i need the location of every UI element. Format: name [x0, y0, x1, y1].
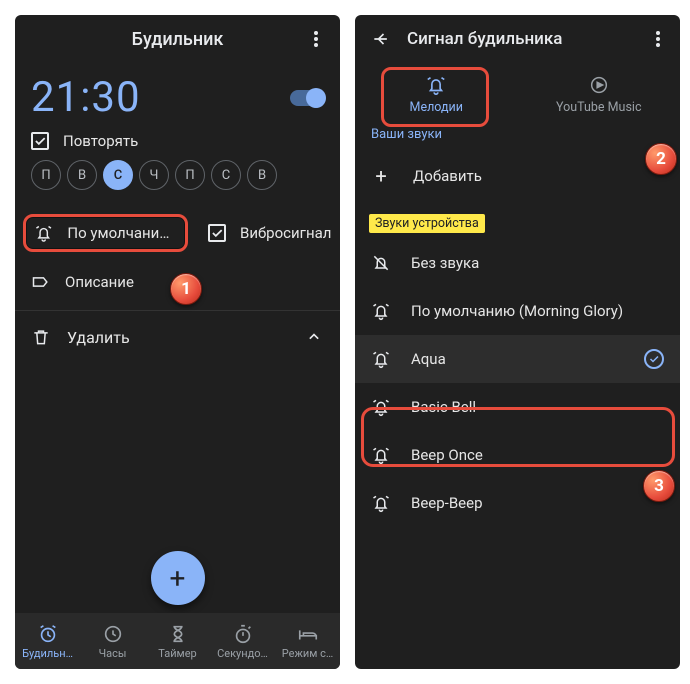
alarm-card: 21:30 Повторять П В С Ч П С В	[15, 63, 340, 351]
your-sounds-link[interactable]: Ваши звуки	[355, 125, 680, 150]
delete-button[interactable]: Удалить	[31, 327, 130, 347]
alarm-panel: Будильник 21:30 Повторять П В С Ч	[15, 15, 340, 669]
add-alarm-fab[interactable]: +	[151, 551, 205, 605]
nav-alarm[interactable]: Будильн…	[15, 613, 80, 669]
bell-ring-icon	[371, 493, 391, 513]
label-icon	[31, 272, 51, 292]
sound-picker-panel: Сигнал будильника Мелодии YouTube Music …	[355, 15, 680, 669]
add-sound-button[interactable]: + Добавить	[355, 150, 680, 202]
callout-badge-1: 1	[170, 273, 202, 305]
sound-item-selected[interactable]: Aqua	[355, 335, 680, 383]
description-label: Описание	[65, 273, 134, 291]
repeat-label: Повторять	[63, 132, 138, 150]
callout-badge-2: 2	[645, 143, 677, 175]
divider	[15, 310, 340, 311]
vibrate-row[interactable]: Вибросигнал	[208, 224, 331, 242]
bell-ring-icon	[371, 397, 391, 417]
arrow-back-icon	[371, 29, 391, 49]
tab-melodies[interactable]: Мелодии	[355, 63, 518, 125]
nav-label: Режим с…	[282, 647, 333, 660]
day-chip-selected[interactable]: С	[103, 160, 133, 190]
chevron-up-icon[interactable]	[304, 327, 324, 347]
nav-label: Будильн…	[22, 647, 73, 660]
checkbox-checked-icon	[31, 132, 49, 150]
nav-label: Таймер	[158, 647, 196, 660]
plus-icon: +	[371, 164, 391, 188]
alarm-icon	[37, 623, 59, 645]
nav-bedtime[interactable]: Режим с…	[275, 613, 340, 669]
options-row: По умолчанию ( Вибросигнал	[31, 204, 324, 262]
device-sounds-header: Звуки устройства	[369, 214, 485, 233]
nav-stopwatch[interactable]: Секундо…	[210, 613, 275, 669]
source-tabs: Мелодии YouTube Music	[355, 63, 680, 125]
delete-label: Удалить	[67, 328, 130, 347]
alarm-time[interactable]: 21:30	[31, 73, 141, 122]
tab-label: YouTube Music	[556, 100, 642, 115]
vibrate-label: Вибросигнал	[240, 224, 331, 242]
sound-item-default[interactable]: По умолчанию (Morning Glory)	[355, 287, 680, 335]
day-chip[interactable]: В	[67, 160, 97, 190]
tab-label: Мелодии	[410, 100, 463, 115]
nav-clock[interactable]: Часы	[80, 613, 145, 669]
bell-ring-icon	[371, 301, 391, 321]
callout-badge-3: 3	[643, 470, 675, 502]
sound-item[interactable]: Basic Bell	[355, 383, 680, 431]
sound-name: По умолчанию (Morning Glory)	[411, 302, 664, 320]
bell-ring-icon	[425, 74, 447, 96]
plus-icon: +	[170, 562, 186, 595]
repeat-row[interactable]: Повторять	[31, 132, 324, 150]
day-chip[interactable]: П	[31, 160, 61, 190]
sound-name: Aqua	[411, 350, 624, 368]
bell-ring-icon	[371, 445, 391, 465]
more-vert-icon	[314, 31, 318, 47]
nav-timer[interactable]: Таймер	[145, 613, 210, 669]
back-button[interactable]	[363, 21, 399, 57]
clock-icon	[102, 623, 124, 645]
sound-item[interactable]: Beep-Beep	[355, 479, 680, 527]
sound-list: Без звука По умолчанию (Morning Glory) A…	[355, 239, 680, 527]
bell-off-icon	[371, 253, 391, 273]
stage: Будильник 21:30 Повторять П В С Ч	[0, 0, 690, 684]
sound-name: Basic Bell	[411, 398, 664, 416]
hourglass-icon	[167, 623, 189, 645]
checkbox-checked-icon	[208, 224, 226, 242]
bell-ring-icon	[371, 349, 391, 369]
sound-name: Без звука	[411, 254, 664, 272]
day-chip[interactable]: П	[175, 160, 205, 190]
alarm-sound-button[interactable]: По умолчанию (	[23, 214, 188, 252]
tab-youtube-music[interactable]: YouTube Music	[518, 63, 681, 125]
sound-item[interactable]: Beep Once	[355, 431, 680, 479]
sound-name: Beep Once	[411, 446, 664, 464]
day-chip[interactable]: С	[211, 160, 241, 190]
sound-item-silent[interactable]: Без звука	[355, 239, 680, 287]
day-chip[interactable]: В	[247, 160, 277, 190]
alarm-sound-label: По умолчанию (	[67, 224, 177, 242]
trash-icon	[31, 327, 51, 347]
nav-label: Секундо…	[217, 647, 268, 660]
nav-label: Часы	[99, 647, 127, 660]
bell-ring-icon	[34, 223, 53, 243]
header: Будильник	[15, 15, 340, 63]
header: Сигнал будильника	[355, 15, 680, 63]
page-title: Сигнал будильника	[407, 29, 562, 49]
bottom-nav: Будильн… Часы Таймер Секундо…	[15, 613, 340, 669]
bed-icon	[297, 623, 319, 645]
page-title: Будильник	[132, 29, 224, 50]
day-chip[interactable]: Ч	[139, 160, 169, 190]
stopwatch-icon	[232, 623, 254, 645]
youtube-music-icon	[588, 74, 610, 96]
overflow-menu-button[interactable]	[298, 21, 334, 57]
more-vert-icon	[656, 31, 660, 47]
sound-name: Beep-Beep	[411, 494, 664, 512]
day-picker: П В С Ч П С В	[31, 160, 324, 190]
alarm-toggle[interactable]	[290, 90, 324, 106]
check-circle-icon	[644, 349, 664, 369]
add-label: Добавить	[413, 167, 482, 185]
overflow-menu-button[interactable]	[640, 21, 676, 57]
